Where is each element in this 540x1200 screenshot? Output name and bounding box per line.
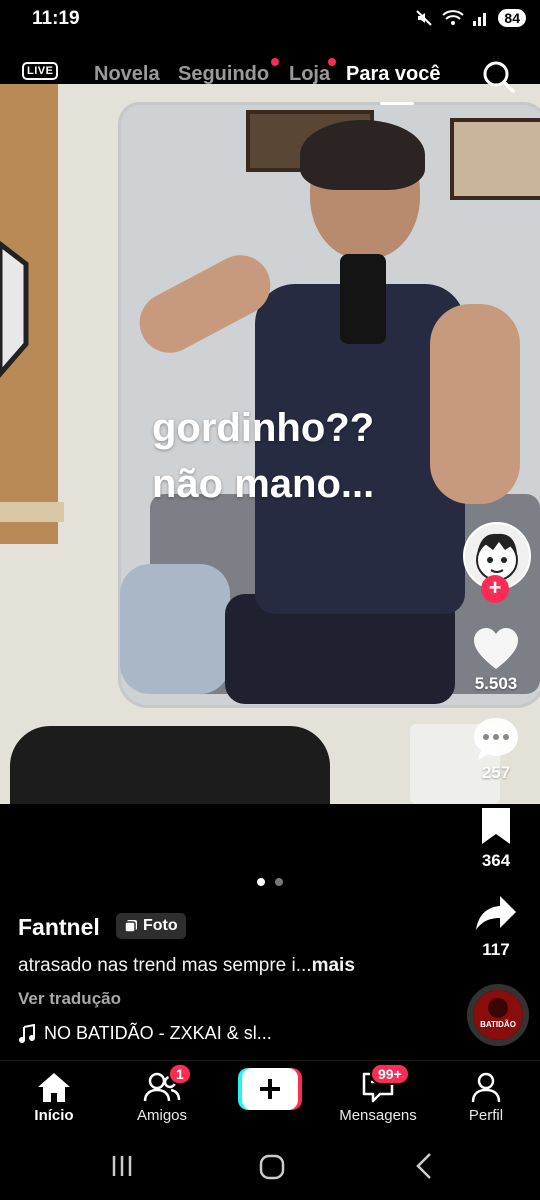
battery-indicator: 84 xyxy=(498,9,526,27)
music-link[interactable]: NO BATIDÃO - ZXKAI & sl... xyxy=(18,1023,272,1044)
photo-icon xyxy=(124,920,137,933)
share-icon[interactable] xyxy=(474,894,518,934)
tab-novela[interactable]: Novela xyxy=(94,63,160,86)
caption-more-link[interactable]: mais xyxy=(312,955,355,976)
seguindo-notification-dot xyxy=(271,58,279,66)
nav-amigos[interactable]: Amigos 1 xyxy=(112,1061,212,1141)
photo-type-badge: Foto xyxy=(116,913,186,939)
bottom-nav: Início Amigos 1 Mensagens 99+ Perfil xyxy=(0,1060,540,1141)
disc-label: BATIDÃO xyxy=(480,1020,516,1029)
nav-inicio-label: Início xyxy=(34,1107,74,1124)
music-disc[interactable]: BATIDÃO xyxy=(467,984,529,1046)
overlay-line-2: não mano... xyxy=(152,462,375,506)
signal-icon xyxy=(473,13,487,26)
overlay-line-1: gordinho?? xyxy=(152,406,375,450)
live-icon: LIVE xyxy=(22,62,58,80)
nav-perfil[interactable]: Perfil xyxy=(436,1061,536,1141)
mensagens-badge: 99+ xyxy=(370,1063,410,1085)
back-icon[interactable] xyxy=(414,1152,434,1180)
mute-icon xyxy=(416,10,433,26)
photo-type-label: Foto xyxy=(143,917,178,934)
bookmark-icon[interactable] xyxy=(478,806,514,846)
nav-mensagens-label: Mensagens xyxy=(339,1107,417,1124)
home-button-icon[interactable] xyxy=(259,1154,285,1180)
home-icon xyxy=(38,1073,70,1102)
like-count: 5.503 xyxy=(474,674,518,693)
tab-para-voce[interactable]: Para você xyxy=(346,63,441,86)
photo-overlay-text: gordinho?? não mano... xyxy=(152,400,374,512)
loja-notification-dot xyxy=(328,58,336,66)
share-count: 117 xyxy=(482,940,510,959)
nav-perfil-label: Perfil xyxy=(468,1107,504,1124)
pager-dot-active xyxy=(257,878,265,886)
nav-amigos-label: Amigos xyxy=(136,1107,188,1124)
pager-dot xyxy=(275,878,283,886)
live-button[interactable]: LIVE xyxy=(22,62,58,90)
disc-art xyxy=(473,990,523,1040)
translate-link[interactable]: Ver tradução xyxy=(18,989,121,1009)
wifi-icon xyxy=(442,10,465,25)
amigos-badge: 1 xyxy=(168,1063,192,1085)
tab-loja[interactable]: Loja xyxy=(289,63,330,86)
author-name[interactable]: Fantnel xyxy=(18,914,100,941)
music-title: NO BATIDÃO - ZXKAI & sl... xyxy=(44,1023,272,1043)
comment-icon[interactable] xyxy=(472,716,520,762)
create-button[interactable] xyxy=(238,1068,302,1110)
nav-mensagens[interactable]: Mensagens 99+ xyxy=(328,1061,428,1141)
active-tab-indicator xyxy=(380,102,414,105)
system-nav-bar xyxy=(0,1140,540,1200)
status-icons: 84 xyxy=(414,8,526,28)
comment-count: 257 xyxy=(481,763,511,782)
shield-decoration xyxy=(0,240,29,378)
save-count: 364 xyxy=(481,851,511,870)
profile-icon xyxy=(471,1072,501,1103)
top-nav: LIVE Novela Seguindo Loja Para você xyxy=(0,52,540,105)
heart-icon[interactable] xyxy=(472,627,520,671)
create-plus-icon xyxy=(238,1068,302,1110)
tab-seguindo[interactable]: Seguindo xyxy=(178,63,269,86)
status-time: 11:19 xyxy=(32,8,80,29)
search-icon[interactable] xyxy=(482,60,516,94)
nav-inicio[interactable]: Início xyxy=(4,1061,104,1141)
caption[interactable]: atrasado nas trend mas sempre i...mais xyxy=(18,955,355,977)
music-note-icon xyxy=(19,1023,35,1043)
follow-plus-button[interactable]: + xyxy=(481,575,509,603)
caption-text: atrasado nas trend mas sempre i... xyxy=(18,955,312,976)
recent-apps-icon[interactable] xyxy=(110,1154,134,1178)
status-bar: 11:19 84 xyxy=(0,0,540,40)
